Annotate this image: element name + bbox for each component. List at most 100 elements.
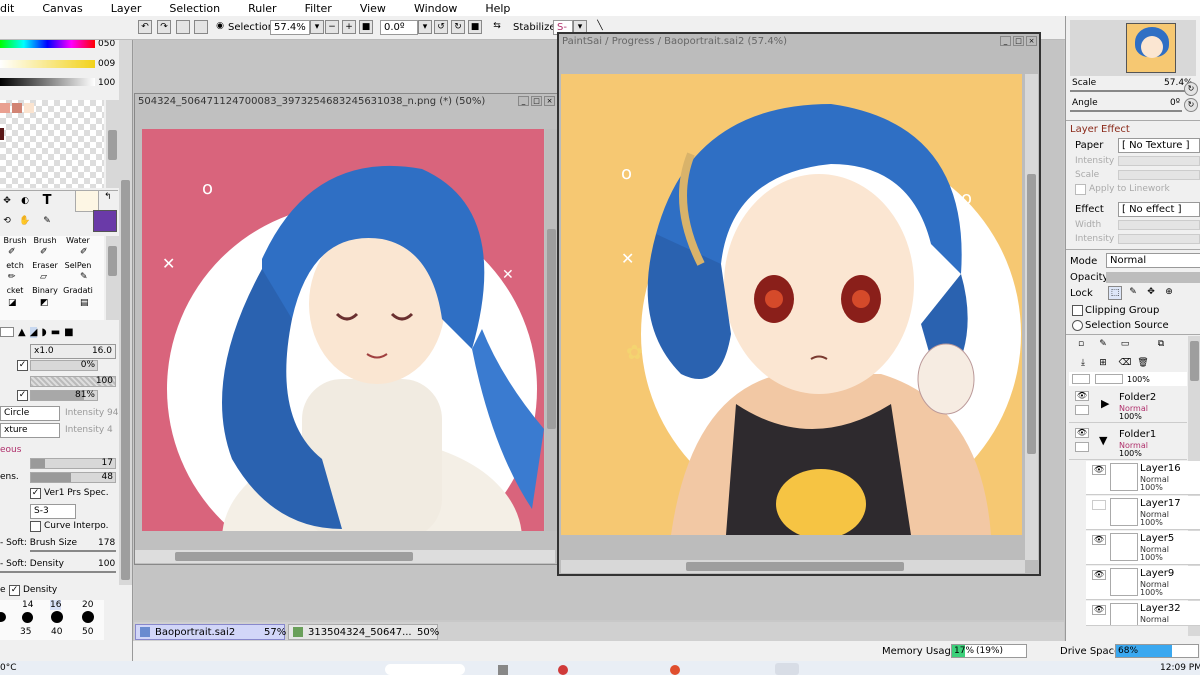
main-vscroll[interactable] (1025, 74, 1038, 560)
density-slider[interactable]: 100 (30, 376, 116, 387)
deselect-icon[interactable] (176, 20, 190, 34)
text-tool-icon[interactable]: T (40, 194, 54, 209)
windows-start-icon[interactable] (498, 665, 508, 675)
zoom-in-button[interactable]: + (342, 20, 356, 34)
visibility-eye-icon[interactable]: 👁 (1092, 465, 1106, 475)
merge-down-icon[interactable]: ⊞ (1096, 357, 1110, 371)
background-color[interactable] (93, 210, 117, 232)
zoom-reset-button[interactable]: ■ (359, 20, 373, 34)
tip-shape-icon[interactable]: ◗ (41, 327, 46, 338)
tool-gradation[interactable]: Gradati (63, 286, 93, 295)
shape-select[interactable]: Circle (0, 406, 60, 421)
folder-row-folder2[interactable]: 👁 ▶ Folder2 Normal 100% (1069, 387, 1187, 423)
close-icon[interactable]: × (544, 96, 555, 106)
reference-hscroll[interactable] (135, 550, 555, 563)
navigator[interactable] (1070, 20, 1196, 76)
left-panel-scrollbar[interactable] (119, 40, 132, 585)
paper-select[interactable]: [ No Texture ] (1118, 138, 1200, 153)
layer-row[interactable]: Layer17 Normal 100% (1086, 496, 1200, 530)
density-check[interactable]: ✓ (9, 585, 20, 596)
folder-expanded-icon[interactable]: ▼ (1099, 434, 1107, 447)
scale-slider[interactable] (1070, 90, 1196, 92)
curve-check[interactable] (30, 521, 41, 532)
selection-source-radio[interactable] (1072, 320, 1083, 331)
main-hscroll[interactable] (561, 560, 1025, 573)
clear-layer-icon[interactable]: ⌫ (1118, 357, 1132, 371)
scratchpad[interactable] (0, 100, 104, 188)
zoom-field[interactable]: 57.4% (270, 20, 310, 35)
maximize-icon[interactable]: □ (531, 96, 542, 106)
move-tool-icon[interactable]: ✥ (0, 195, 14, 209)
hand-tool-icon[interactable]: ✋ (18, 215, 32, 229)
minimize-icon[interactable]: _ (1000, 36, 1011, 46)
menu-ruler[interactable]: Ruler (248, 2, 276, 15)
brush-size-field[interactable]: x1.0 16.0 (30, 344, 116, 359)
menu-canvas[interactable]: Canvas (42, 2, 82, 15)
rotate-tool-icon[interactable]: ⟲ (0, 215, 14, 229)
main-canvas[interactable]: o o ✕ ✕ ✿ (561, 74, 1022, 535)
menu-edit[interactable]: dit (0, 2, 14, 15)
layer-opacity-slider[interactable] (1106, 272, 1200, 283)
rotate-reset-button[interactable]: ■ (468, 20, 482, 34)
effect-select[interactable]: [ No effect ] (1118, 202, 1200, 217)
maximize-icon[interactable]: □ (1013, 36, 1024, 46)
rotation-field[interactable]: 0.0º (380, 20, 418, 35)
navigator-preview[interactable] (1126, 23, 1176, 73)
stab-select[interactable]: S-3 (30, 504, 76, 519)
saturation-slider[interactable] (0, 60, 95, 68)
tool-scrollbar[interactable] (106, 236, 119, 320)
menu-help[interactable]: Help (485, 2, 510, 15)
hue-slider[interactable] (0, 40, 95, 48)
eye-icon[interactable]: ◉ (213, 20, 227, 34)
angle-reset-icon[interactable]: ↻ (1184, 98, 1198, 112)
min-size-check[interactable]: ✓ (17, 360, 28, 371)
foreground-color[interactable] (75, 190, 99, 212)
visibility-eye-icon[interactable] (1092, 500, 1106, 510)
eyedropper-icon[interactable]: ✎ (40, 215, 54, 229)
reference-window[interactable]: 504324_506471124700083_39732546832456310… (134, 93, 558, 565)
visibility-eye-icon[interactable]: 👁 (1092, 535, 1106, 545)
zoom-out-button[interactable]: − (325, 20, 339, 34)
swap-colors-icon[interactable]: ↰ (104, 192, 112, 202)
undo-icon[interactable]: ↶ (138, 20, 152, 34)
tool-selpen[interactable]: SelPen (63, 261, 93, 270)
min-size-slider[interactable]: 0% (30, 360, 98, 371)
tab-baoportrait[interactable]: Baoportrait.sai2 57% (135, 624, 286, 640)
tool-water[interactable]: Water (63, 236, 93, 245)
redo-icon[interactable]: ↷ (157, 20, 171, 34)
folder-row-folder1[interactable]: 👁 ▼ Folder1 Normal 100% (1069, 424, 1187, 460)
tip-shape-icon[interactable]: ▲ (18, 327, 26, 338)
scale-reset-icon[interactable]: ↻ (1184, 82, 1198, 96)
angle-slider[interactable] (1070, 110, 1182, 112)
main-canvas-window[interactable]: PaintSai / Progress / Baoportrait.sai2 (… (557, 32, 1041, 576)
tip-shape-icon[interactable]: ◢ (29, 326, 38, 338)
delete-layer-icon[interactable]: 🗑 (1136, 357, 1150, 371)
minimize-icon[interactable]: _ (518, 96, 529, 106)
tool-eraser[interactable]: Eraser (30, 261, 60, 270)
tip-shape-icon[interactable]: ▬ (51, 327, 60, 338)
tool-binary[interactable]: Binary (30, 286, 60, 295)
tool-brush-2[interactable]: Brush (30, 236, 60, 245)
new-folder-icon[interactable]: ▭ (1118, 338, 1132, 352)
blend-check[interactable]: ✓ (17, 390, 28, 401)
app-icon[interactable] (670, 665, 680, 675)
layer-row[interactable]: 👁 Layer9 Normal 100% (1086, 566, 1200, 600)
blend-mode-select[interactable]: Normal (1106, 253, 1200, 268)
rotation-dropdown-icon[interactable]: ▾ (418, 20, 432, 34)
zoom-dropdown-icon[interactable]: ▾ (310, 20, 324, 34)
folder-collapsed-icon[interactable]: ▶ (1101, 397, 1109, 410)
menu-filter[interactable]: Filter (305, 2, 332, 15)
rotate-left-button[interactable]: ↺ (434, 20, 448, 34)
invert-selection-icon[interactable] (194, 20, 208, 34)
transfer-down-icon[interactable]: ⤓ (1076, 357, 1090, 371)
layer-effect-header[interactable]: Layer Effect (1070, 124, 1130, 135)
reference-image[interactable]: o ✕ ✕ (142, 129, 544, 531)
flip-icon[interactable]: ⇆ (490, 20, 504, 34)
lock-paint-icon[interactable]: ✎ (1126, 286, 1140, 300)
close-icon[interactable]: × (1026, 36, 1037, 46)
menu-window[interactable]: Window (414, 2, 457, 15)
new-linework-icon[interactable]: ✎ (1096, 338, 1110, 352)
layer-row[interactable]: 👁 Layer5 Normal 100% (1086, 531, 1200, 565)
top-layer-row[interactable]: 100% (1069, 372, 1187, 386)
apply-linework-check[interactable] (1075, 184, 1086, 195)
